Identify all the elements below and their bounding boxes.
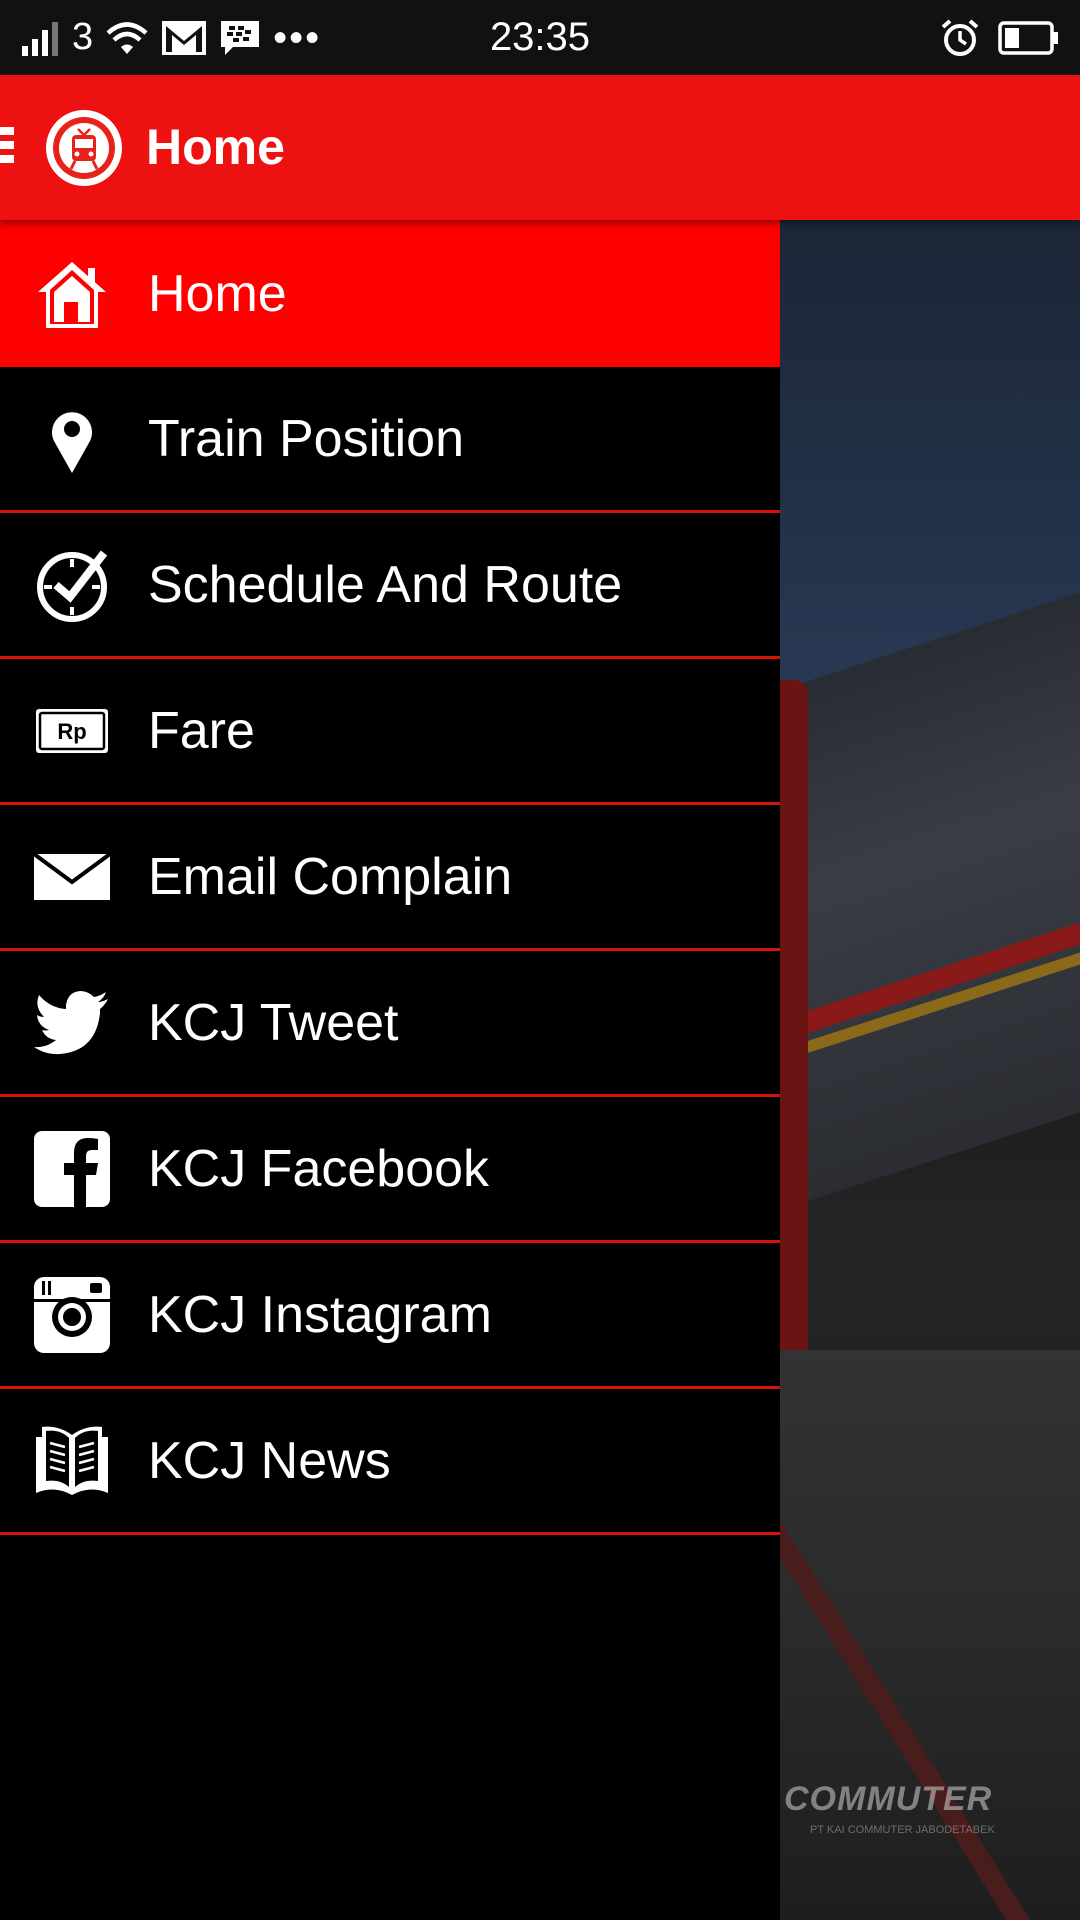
drawer-item-label: Schedule And Route [148, 555, 623, 614]
status-right [940, 0, 1060, 75]
drawer-item-label: Fare [148, 701, 255, 760]
drawer-item-label: KCJ Instagram [148, 1285, 492, 1344]
drawer-item-home[interactable]: Home [0, 220, 780, 367]
location-pin-icon [34, 401, 110, 477]
drawer-item-email-complain[interactable]: Email Complain [0, 805, 780, 951]
status-bar: 3 ••• 23:35 [0, 0, 1080, 75]
drawer-item-label: KCJ Facebook [148, 1139, 490, 1198]
app-logo-icon [46, 110, 122, 186]
drawer-item-fare[interactable]: Rp Fare [0, 659, 780, 805]
drawer-item-kcj-tweet[interactable]: KCJ Tweet [0, 951, 780, 1097]
page-title: Home [146, 119, 285, 175]
hamburger-icon[interactable] [0, 127, 14, 171]
home-icon [34, 256, 110, 332]
drawer-item-label: Home [148, 264, 287, 323]
train-front [780, 680, 808, 1380]
envelope-icon [34, 839, 110, 915]
clock-check-icon [34, 547, 110, 623]
drawer-item-label: Train Position [148, 409, 464, 468]
rupiah-icon: Rp [34, 693, 110, 769]
commuter-watermark-sub: PT KAI COMMUTER JABODETABEK [810, 1824, 995, 1836]
drawer-item-label: KCJ Tweet [148, 993, 399, 1052]
facebook-icon [34, 1130, 110, 1207]
navigation-drawer: Home Train Position Schedule And Route R… [0, 220, 780, 1920]
drawer-item-kcj-instagram[interactable]: KCJ Instagram [0, 1243, 780, 1389]
background-photo: COMMUTER PT KAI COMMUTER JABODETABEK [780, 220, 1080, 1920]
drawer-item-label: KCJ News [148, 1431, 391, 1490]
book-icon [34, 1423, 110, 1499]
drawer-item-schedule[interactable]: Schedule And Route [0, 513, 780, 659]
drawer-item-kcj-news[interactable]: KCJ News [0, 1389, 780, 1535]
svg-text:Rp: Rp [57, 719, 86, 744]
alarm-icon [941, 18, 979, 56]
battery-icon [998, 20, 1058, 55]
twitter-icon [34, 985, 110, 1061]
train-body [780, 592, 1080, 1210]
status-time: 23:35 [489, 15, 591, 59]
instagram-icon [34, 1276, 110, 1353]
commuter-watermark: COMMUTER [784, 1780, 993, 1818]
app-bar: Home [0, 75, 1080, 220]
drawer-item-train-position[interactable]: Train Position [0, 367, 780, 513]
drawer-item-label: Email Complain [148, 847, 513, 906]
drawer-item-kcj-facebook[interactable]: KCJ Facebook [0, 1097, 780, 1243]
